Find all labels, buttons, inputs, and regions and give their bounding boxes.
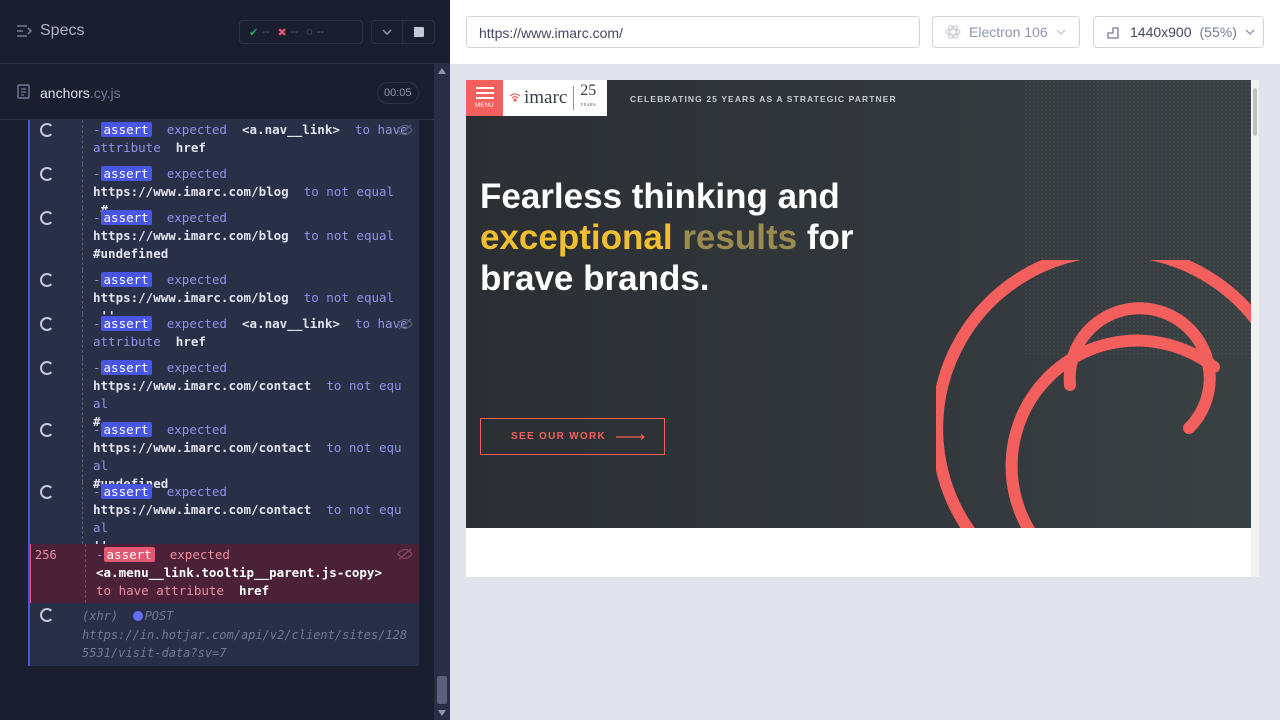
browser-selector[interactable]: Electron 106 (932, 16, 1080, 48)
viewport-scale: (55%) (1199, 24, 1237, 40)
hero-section: MENU imarc 25 YEARS CELEBRATING 25 YEARS … (466, 80, 1251, 528)
pending-spinner-icon: ◌ (306, 26, 313, 38)
scroll-up-arrow-icon[interactable] (438, 68, 446, 74)
electron-icon (945, 25, 961, 39)
pending-spinner-icon (40, 123, 54, 137)
aut-scrollbar[interactable] (1251, 80, 1259, 577)
viewport-selector[interactable]: 1440x900 (55%) (1093, 16, 1264, 48)
assert-badge: assert (100, 122, 152, 137)
test-stats: ✔ -- ✖ -- ◌ -- (239, 20, 363, 44)
command-row[interactable]: - assert expected https://www.imarc.com/co… (30, 420, 419, 491)
chevron-down-icon (382, 29, 392, 35)
xhr-command-row[interactable]: (xhr) POST https://in.hotjar.com/api/v2/c… (30, 603, 419, 666)
spec-file-name[interactable]: anchors.cy.js (40, 85, 121, 101)
aut-scrollbar-thumb[interactable] (1253, 88, 1257, 136)
command-row[interactable]: - assert expected <a.nav__link> to have a… (30, 120, 419, 164)
status-dot-icon (132, 611, 143, 621)
scrollbar-thumb[interactable] (437, 676, 447, 704)
assert-badge: assert (100, 316, 152, 331)
command-row[interactable]: - assert expected https://www.imarc.com/bl… (30, 208, 419, 270)
stop-icon (413, 27, 424, 37)
menu-label: MENU (475, 103, 494, 109)
passed-stat: ✔ -- (249, 26, 270, 39)
signal-icon (509, 93, 521, 102)
url-bar[interactable]: https://www.imarc.com/ (466, 16, 920, 48)
imarc-logo[interactable]: imarc 25 YEARS (503, 80, 607, 116)
xhr-url: https://in.hotjar.com/api/v2/client/site… (82, 627, 408, 661)
pending-spinner-icon (40, 485, 54, 499)
viewport-size: 1440x900 (1130, 24, 1192, 40)
see-our-work-button[interactable]: SEE OUR WORK (480, 418, 665, 455)
command-row[interactable]: - assert expected <a.nav__link> to have a… (30, 314, 419, 358)
pending-spinner-icon (40, 167, 54, 181)
logo-25-years: 25 YEARS (580, 82, 597, 108)
failed-command-row[interactable]: 256 - assert expected <a.menu__link.toolti… (30, 544, 419, 603)
pending-stat: ◌ -- (306, 26, 324, 38)
eye-slash-icon (397, 318, 413, 330)
assert-badge: assert (100, 360, 152, 375)
check-icon: ✔ (249, 26, 259, 39)
line-number: 256 (35, 548, 57, 562)
failed-stat: ✖ -- (277, 26, 299, 39)
spec-duration: 00:05 (377, 82, 419, 104)
reporter-panel: Specs ✔ -- ✖ -- ◌ -- anchors.cy.js 00:05 -a… (0, 0, 450, 720)
reporter-scrollbar[interactable] (434, 64, 450, 720)
assert-badge: assert (103, 547, 155, 562)
pending-spinner-icon (40, 423, 54, 437)
ruler-icon (1107, 27, 1119, 39)
pending-spinner-icon (40, 211, 54, 225)
aut-panel: https://www.imarc.com/ Electron 106 1440… (450, 0, 1280, 720)
command-log: - assert expected <a.nav__link> to have a… (28, 120, 419, 666)
collapse-all-button[interactable] (371, 20, 403, 44)
pending-spinner-icon (40, 317, 54, 331)
aut-iframe[interactable]: MENU imarc 25 YEARS CELEBRATING 25 YEARS … (466, 80, 1259, 577)
arrow-right-icon (616, 433, 645, 440)
menu-button[interactable]: MENU (466, 80, 503, 116)
command-row[interactable]: - assert expected https://www.imarc.com/bl… (30, 164, 419, 217)
scroll-down-arrow-icon[interactable] (438, 710, 446, 716)
eye-slash-icon (397, 124, 413, 136)
command-row[interactable]: - assert expected https://www.imarc.com/co… (30, 482, 419, 553)
x-icon: ✖ (277, 26, 287, 39)
specs-button[interactable]: Specs (16, 22, 84, 40)
file-icon (17, 84, 30, 99)
stop-button[interactable] (403, 20, 435, 44)
tagline: CELEBRATING 25 YEARS AS A STRATEGIC PART… (630, 94, 897, 104)
assert-badge: assert (100, 272, 152, 287)
chevron-down-icon (1056, 29, 1066, 35)
xhr-type: (xhr) (82, 609, 119, 623)
eye-slash-icon (397, 548, 413, 560)
specs-label: Specs (40, 22, 85, 39)
spec-file-header: anchors.cy.js 00:05 (0, 64, 434, 120)
specs-list-icon (17, 25, 32, 37)
command-row[interactable]: - assert expected https://www.imarc.com/bl… (30, 270, 419, 323)
assert-badge: assert (100, 210, 152, 225)
command-row[interactable]: - assert expected https://www.imarc.com/co… (30, 358, 419, 429)
logo-word: imarc (524, 87, 568, 108)
decorative-arcs (936, 260, 1251, 528)
hero-headline: Fearless thinking and exceptional result… (480, 177, 854, 298)
pending-spinner-icon (40, 608, 54, 622)
assert-badge: assert (100, 422, 152, 437)
assert-badge: assert (100, 166, 152, 181)
browser-label: Electron 106 (969, 24, 1048, 40)
assert-badge: assert (100, 484, 152, 499)
chevron-down-icon (1245, 29, 1255, 35)
reporter-header: Specs ✔ -- ✖ -- ◌ -- (0, 0, 450, 64)
pending-spinner-icon (40, 361, 54, 375)
pending-spinner-icon (40, 273, 54, 287)
aut-header: https://www.imarc.com/ Electron 106 1440… (450, 0, 1280, 64)
